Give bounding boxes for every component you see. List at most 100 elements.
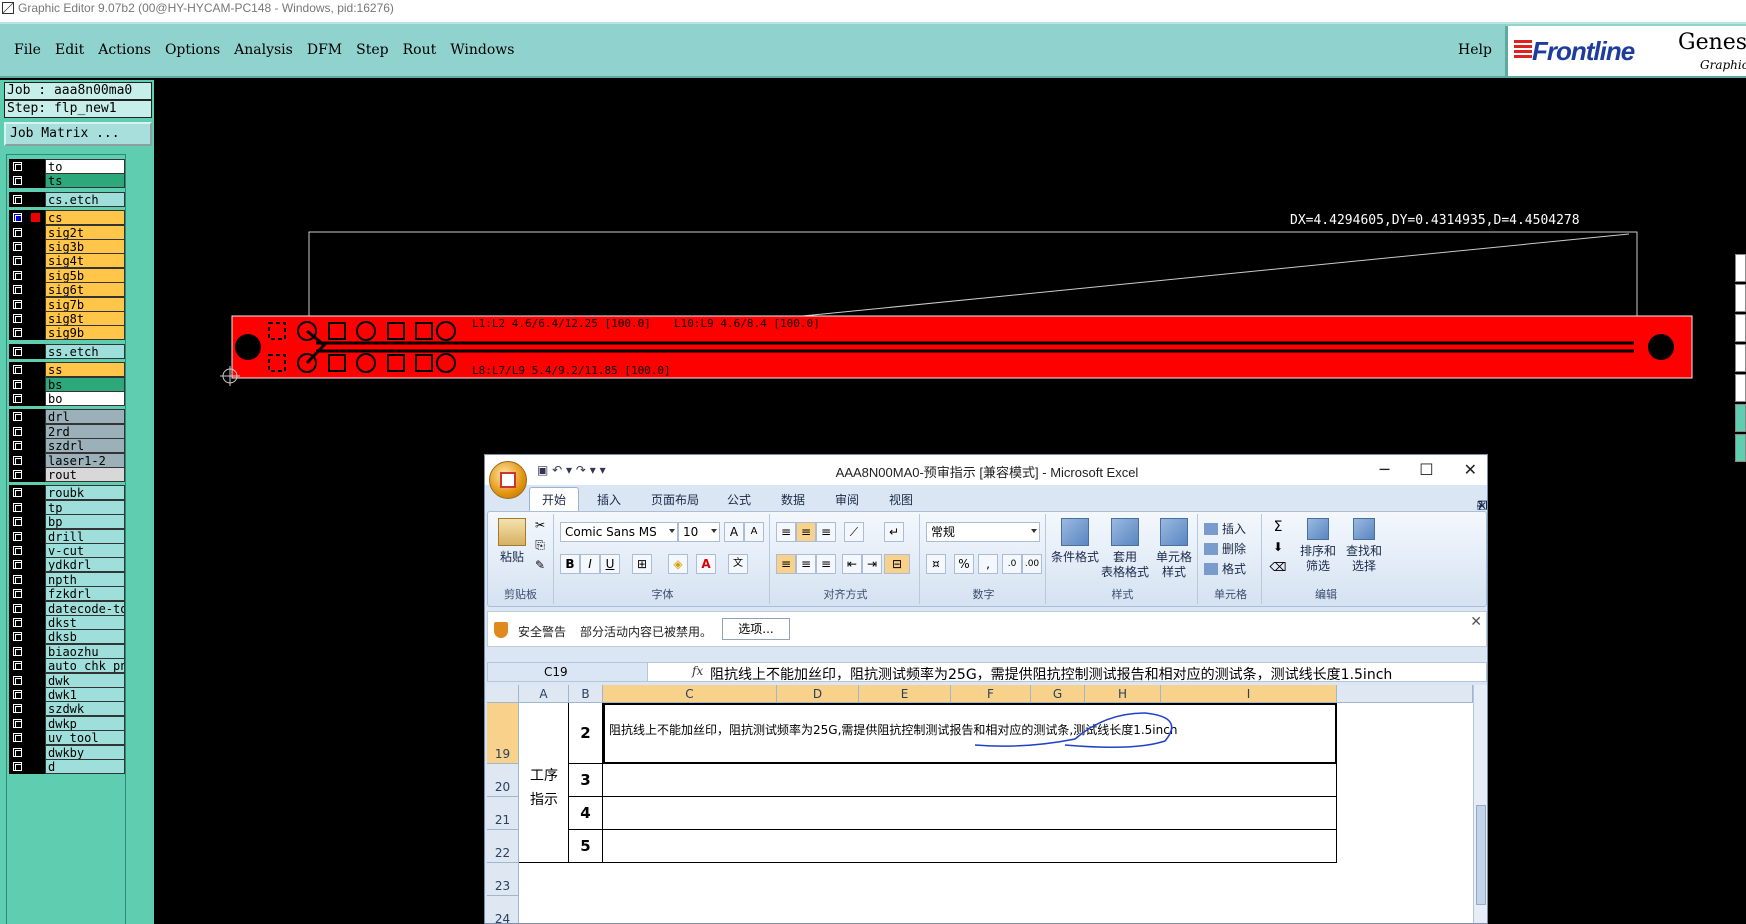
layer-name[interactable]: dwk1: [45, 687, 125, 702]
customize-qat-icon[interactable]: ▾: [600, 463, 606, 477]
maximize-icon[interactable]: ☐: [1419, 460, 1433, 479]
layer-checkbox-icon[interactable]: [13, 675, 22, 685]
align-left-icon[interactable]: ≡: [776, 554, 796, 574]
layer-name[interactable]: szdwk: [45, 701, 125, 717]
layer-checkbox-icon[interactable]: [13, 574, 22, 584]
layer-row[interactable]: roubk: [9, 485, 125, 501]
grow-font-icon[interactable]: A: [724, 522, 744, 542]
layer-checkbox-icon[interactable]: [13, 718, 22, 728]
layer-row[interactable]: dwk1: [9, 687, 125, 702]
layer-name[interactable]: drl: [45, 409, 125, 425]
layer-name[interactable]: roubk: [45, 485, 125, 501]
right-edge-tab[interactable]: [1735, 254, 1746, 282]
col-header-c[interactable]: C: [603, 685, 777, 703]
layer-name[interactable]: biaozhu: [45, 643, 125, 659]
layer-checkbox-icon[interactable]: [13, 426, 22, 436]
col-header-b[interactable]: B: [569, 685, 603, 703]
minimize-icon[interactable]: ─: [1380, 460, 1390, 479]
layer-name[interactable]: laser1-2: [45, 452, 125, 468]
security-close-icon[interactable]: ✕: [1470, 614, 1482, 630]
row-header-23[interactable]: 23: [487, 863, 519, 896]
layer-row[interactable]: uv_tool: [9, 730, 125, 746]
wrap-text-icon[interactable]: ↵: [884, 522, 904, 542]
currency-icon[interactable]: ¤: [926, 554, 946, 574]
cell-a19-merged[interactable]: 工序 指示: [519, 703, 569, 863]
clear-icon[interactable]: ⌫: [1268, 558, 1288, 578]
vertical-scrollbar[interactable]: [1473, 685, 1487, 923]
undo-icon[interactable]: ↶ ▾: [552, 463, 572, 477]
row-header-19[interactable]: 19: [487, 703, 519, 764]
layer-checkbox-icon[interactable]: [13, 632, 22, 642]
name-box[interactable]: C19: [488, 663, 648, 681]
menu-windows[interactable]: Windows: [450, 42, 514, 58]
align-middle-icon[interactable]: ≡: [796, 522, 816, 542]
layer-checkbox-icon[interactable]: [13, 365, 22, 375]
layer-checkbox-icon[interactable]: [13, 412, 22, 422]
layer-name[interactable]: sig3b: [45, 239, 125, 254]
layer-checkbox-icon[interactable]: [13, 747, 22, 757]
cell-b22[interactable]: 5: [569, 830, 603, 863]
menu-file[interactable]: File: [14, 42, 41, 58]
layer-row[interactable]: rout: [9, 467, 125, 482]
layer-row[interactable]: 2rd: [9, 423, 125, 439]
bold-button[interactable]: B: [560, 554, 580, 574]
shrink-font-icon[interactable]: A: [744, 522, 764, 542]
format-as-table-button[interactable]: 套用 表格格式: [1100, 518, 1150, 580]
row-header-22[interactable]: 22: [487, 830, 519, 863]
layer-checkbox-icon[interactable]: [13, 441, 22, 451]
menu-analysis[interactable]: Analysis: [234, 42, 293, 58]
col-header-f[interactable]: F: [951, 685, 1031, 703]
delete-cells-button[interactable]: 删除: [1204, 540, 1246, 557]
layer-name[interactable]: cs.etch: [45, 191, 125, 207]
fill-icon[interactable]: ⬇: [1268, 538, 1288, 558]
function-icon[interactable]: fx: [692, 664, 703, 678]
menu-dfm[interactable]: DFM: [307, 42, 342, 58]
layer-name[interactable]: tp: [45, 499, 125, 515]
layer-checkbox-icon[interactable]: [13, 299, 22, 309]
layer-row[interactable]: dkst: [9, 615, 125, 630]
layer-checkbox-icon[interactable]: [13, 502, 22, 512]
layer-row[interactable]: sig4t: [9, 253, 125, 269]
save-icon[interactable]: ▣: [537, 463, 548, 477]
tab-data[interactable]: 数据: [781, 491, 805, 508]
underline-button[interactable]: U: [600, 554, 620, 574]
col-header-a[interactable]: A: [519, 685, 569, 703]
cell-c22[interactable]: [603, 830, 1337, 863]
menu-options[interactable]: Options: [165, 42, 220, 58]
font-name-select[interactable]: Comic Sans MS: [560, 522, 678, 542]
layer-name[interactable]: d: [45, 759, 125, 774]
right-edge-tab[interactable]: [1735, 374, 1746, 402]
layer-row[interactable]: sig9b: [9, 325, 125, 341]
autosum-icon[interactable]: Σ: [1268, 518, 1288, 538]
decrease-indent-icon[interactable]: ⇤: [842, 554, 862, 574]
layer-name[interactable]: sig9b: [45, 325, 125, 341]
increase-decimal-icon[interactable]: .0: [1002, 554, 1022, 574]
layer-row[interactable]: szdwk: [9, 701, 125, 717]
menu-rout[interactable]: Rout: [403, 42, 437, 58]
col-header-blank[interactable]: [1337, 685, 1473, 703]
layer-checkbox-icon[interactable]: [13, 470, 22, 479]
border-icon[interactable]: ⊞: [632, 554, 652, 574]
format-painter-icon[interactable]: ✎: [530, 556, 550, 576]
close-icon[interactable]: ✕: [1464, 460, 1477, 479]
quick-access-toolbar[interactable]: ▣ ↶ ▾ ↷ ▾ ▾: [537, 463, 606, 477]
layer-checkbox-icon[interactable]: [13, 618, 22, 627]
font-size-select[interactable]: 10: [678, 522, 720, 542]
layer-row[interactable]: drill: [9, 528, 125, 544]
layer-checkbox-icon[interactable]: [13, 704, 22, 714]
right-edge-tab[interactable]: [1735, 344, 1746, 372]
col-header-h[interactable]: H: [1085, 685, 1161, 703]
layer-row[interactable]: drl: [9, 409, 125, 425]
layer-checkbox-icon[interactable]: [13, 242, 22, 251]
layer-name[interactable]: uv_tool: [45, 730, 125, 746]
layer-name[interactable]: rout: [45, 467, 125, 482]
insert-cells-button[interactable]: 插入: [1204, 520, 1246, 537]
layer-row[interactable]: ss: [9, 362, 125, 378]
layer-row[interactable]: tp: [9, 499, 125, 515]
orientation-icon[interactable]: ⟋: [844, 522, 864, 542]
tab-formulas[interactable]: 公式: [727, 491, 751, 508]
layer-row[interactable]: sig6t: [9, 282, 125, 298]
sort-filter-button[interactable]: 排序和 筛选: [1298, 518, 1338, 574]
align-bottom-icon[interactable]: ≡: [816, 522, 836, 542]
layer-checkbox-icon[interactable]: [13, 213, 22, 223]
